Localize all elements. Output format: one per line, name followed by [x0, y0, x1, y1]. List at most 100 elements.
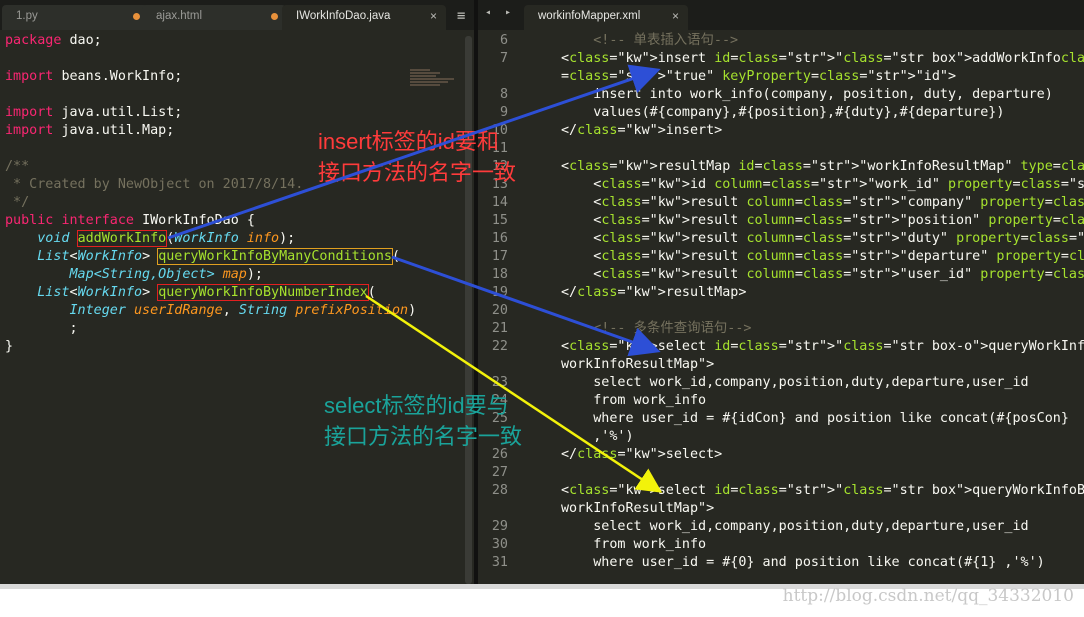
- close-tab-icon[interactable]: ×: [672, 5, 679, 27]
- tab-label: IWorkInfoDao.java: [296, 10, 391, 22]
- xml-line: 18 <class="kw">result column=class="str"…: [478, 266, 1084, 284]
- brace: }: [5, 339, 14, 354]
- line-number: 9: [499, 105, 508, 120]
- xml-code: <class="kw">result column=class="str">"c…: [561, 195, 1084, 210]
- generic-type: WorkInfo: [77, 249, 143, 264]
- xml-code: <!-- 多条件查询语句-->: [561, 321, 752, 336]
- line-number: 27: [491, 465, 508, 480]
- keyword: void: [37, 231, 70, 246]
- xml-code: workInfoResultMap">: [561, 357, 715, 372]
- xml-code: <class="kw">result column=class="str">"d…: [561, 231, 1084, 246]
- code-line: import java.util.Map;: [5, 122, 174, 140]
- line-number: 20: [491, 303, 508, 318]
- xml-code: select work_id,company,position,duty,dep…: [561, 375, 1029, 390]
- xml-editor-pane[interactable]: 6 <!-- 单表插入语句--> 7 <class="kw">insert id=c…: [478, 30, 1084, 584]
- return-type: List: [37, 249, 70, 264]
- annotation-line: select标签的id要与: [324, 393, 509, 418]
- xml-line: 10 </class="kw">insert>: [478, 122, 1084, 140]
- tab-iworkinfodao-java[interactable]: IWorkInfoDao.java ×: [282, 5, 446, 30]
- code-line: Integer userIdRange, String prefixPositi…: [69, 303, 417, 318]
- line-number: 31: [491, 555, 508, 570]
- xml-code: <class="kw">resultMap id=class="str">"wo…: [561, 159, 1084, 174]
- tab-label: workinfoMapper.xml: [538, 10, 641, 22]
- line-number: 17: [491, 249, 508, 264]
- brace: {: [246, 213, 255, 228]
- xml-line: =class="str">"true" keyProperty=class="s…: [478, 68, 1084, 86]
- tab-workinfomapper-xml[interactable]: workinfoMapper.xml ×: [524, 5, 688, 30]
- xml-line: 16 <class="kw">result column=class="str"…: [478, 230, 1084, 248]
- line-number: 30: [491, 537, 508, 552]
- xml-line: workInfoResultMap">: [478, 500, 1084, 518]
- xml-line: 23 select work_id,company,position,duty,…: [478, 374, 1084, 392]
- tab-label: ajax.html: [156, 10, 203, 22]
- keyword: import: [5, 69, 54, 84]
- generic-type: String,Object: [101, 267, 207, 282]
- doc-comment: /**: [5, 159, 30, 174]
- doc-comment: */: [5, 195, 30, 210]
- tab-nav-arrows-icon[interactable]: ◂ ▸: [485, 7, 515, 18]
- annotation-line: 接口方法的名字一致: [324, 424, 523, 449]
- left-scrollbar[interactable]: [465, 36, 472, 584]
- xml-line: 24 from work_info: [478, 392, 1084, 410]
- param-name: info: [246, 231, 280, 246]
- xml-line: 21 <!-- 多条件查询语句-->: [478, 320, 1084, 338]
- method-name-many-conditions: queryWorkInfoByManyConditions: [157, 248, 393, 265]
- line-number: 29: [491, 519, 508, 534]
- xml-code: </class="kw">select>: [561, 447, 723, 462]
- xml-code: <!-- 单表插入语句-->: [561, 33, 739, 48]
- param-type: Integer: [69, 303, 126, 318]
- close-tab-icon[interactable]: ×: [430, 5, 437, 27]
- keyword: public: [5, 213, 54, 228]
- xml-code: insert into work_info(company, position,…: [561, 87, 1053, 102]
- xml-code: <class="kw">insert id=class="str">"class…: [561, 51, 1084, 66]
- xml-line: 8 insert into work_info(company, positio…: [478, 86, 1084, 104]
- xml-line: 19 </class="kw">resultMap>: [478, 284, 1084, 302]
- return-type: List: [37, 285, 70, 300]
- keyword: interface: [61, 213, 134, 228]
- select-annotation: select标签的id要与 接口方法的名字一致: [324, 390, 522, 452]
- xml-line: 7 <class="kw">insert id=class="str">"clas…: [478, 50, 1084, 68]
- import-path: java.util.Map;: [61, 123, 175, 138]
- code-line: import beans.WorkInfo;: [5, 68, 182, 86]
- tab-menu-icon[interactable]: ≡: [457, 8, 465, 24]
- xml-line: 6 <!-- 单表插入语句-->: [478, 32, 1084, 50]
- xml-code: <class="kw">result column=class="str">"p…: [561, 213, 1084, 228]
- param-name: userIdRange: [134, 303, 223, 318]
- xml-code: ,'%'): [561, 429, 634, 444]
- xml-line: 27: [478, 464, 1084, 482]
- package-name: dao;: [69, 33, 102, 48]
- method-name-addworkinfo: addWorkInfo: [76, 230, 168, 247]
- param-name: map: [222, 267, 247, 282]
- xml-line: 28 <class="kw">select id=class="str">"cla…: [478, 482, 1084, 500]
- param-type: Map: [69, 267, 94, 282]
- xml-line: 26 </class="kw">select>: [478, 446, 1084, 464]
- xml-line: 9 values(#{company},#{position},#{duty},…: [478, 104, 1084, 122]
- annotation-line: insert标签的id要和: [318, 129, 499, 154]
- line-number: 21: [491, 321, 508, 336]
- keyword: import: [5, 105, 54, 120]
- java-editor-pane[interactable]: package dao; import beans.WorkInfo; impo…: [0, 30, 474, 584]
- param-type: WorkInfo: [174, 231, 239, 246]
- line-number: 6: [499, 33, 508, 48]
- tab-1-py[interactable]: 1.py: [2, 5, 148, 30]
- xml-code: </class="kw">insert>: [561, 123, 723, 138]
- xml-code: from work_info: [561, 537, 707, 552]
- xml-code: </class="kw">resultMap>: [561, 285, 747, 300]
- minimap[interactable]: [410, 68, 460, 98]
- line-number: 8: [499, 87, 508, 102]
- code-line: Map<String,Object> map);: [69, 267, 264, 282]
- line-number: 28: [491, 483, 508, 498]
- param-name: prefixPosition: [295, 303, 409, 318]
- xml-code: from work_info: [561, 393, 707, 408]
- xml-line: 11: [478, 140, 1084, 158]
- xml-line: 25 where user_id = #{idCon} and position…: [478, 410, 1084, 428]
- xml-line: 12 <class="kw">resultMap id=class="str">"…: [478, 158, 1084, 176]
- line-number: 16: [491, 231, 508, 246]
- tab-ajax-html[interactable]: ajax.html: [142, 5, 286, 30]
- code-line: public interface IWorkInfoDao {: [5, 212, 255, 230]
- import-path: java.util.List;: [61, 105, 183, 120]
- interface-name: IWorkInfoDao: [142, 213, 239, 228]
- line-number: 15: [491, 213, 508, 228]
- line-number: 7: [499, 51, 508, 66]
- xml-line: 17 <class="kw">result column=class="str"…: [478, 248, 1084, 266]
